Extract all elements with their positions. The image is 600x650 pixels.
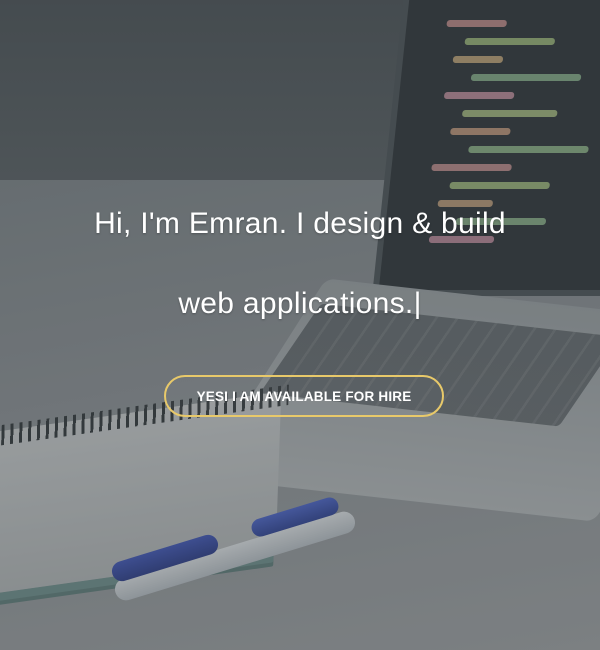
headline-line-2-text: web applications. <box>178 287 414 320</box>
headline-line-2: web applications.| <box>0 287 600 321</box>
hire-me-button[interactable]: YESI I AM AVAILABLE FOR HIRE <box>164 375 444 417</box>
typing-cursor: | <box>413 287 422 320</box>
hero-section: Hi, I'm Emran. I design & build web appl… <box>0 0 600 650</box>
hero-content: Hi, I'm Emran. I design & build web appl… <box>0 0 600 650</box>
headline-line-1: Hi, I'm Emran. I design & build <box>94 207 506 240</box>
